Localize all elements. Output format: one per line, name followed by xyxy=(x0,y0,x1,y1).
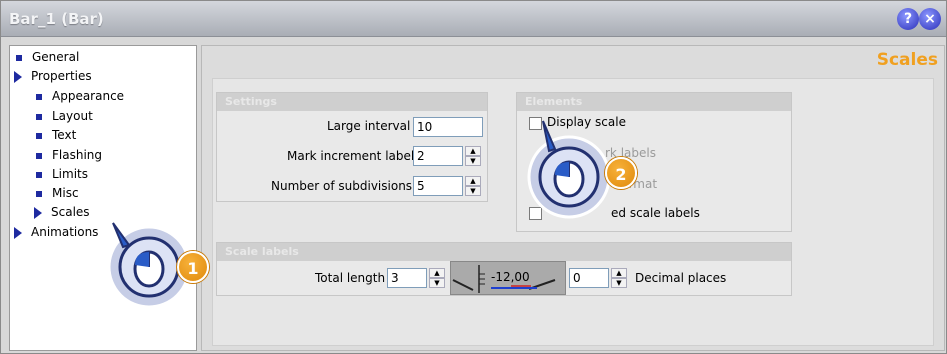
nav-label: Flashing xyxy=(52,148,103,162)
nav-item-general[interactable]: General xyxy=(16,48,79,66)
mark-increment-field[interactable]: 2 xyxy=(413,146,463,166)
nav-label: Properties xyxy=(31,69,92,83)
group-title: Settings xyxy=(217,93,487,111)
subdivisions-spinner[interactable]: ▲ ▼ xyxy=(465,176,481,196)
nav-label: Text xyxy=(52,128,77,142)
scale-label-preview: -12,00 xyxy=(450,261,566,295)
window-title: Bar_1 (Bar) xyxy=(9,10,104,28)
spin-up-icon[interactable]: ▲ xyxy=(429,268,445,278)
subdivisions-label: Number of subdivisions xyxy=(271,179,413,193)
bullet-icon xyxy=(16,54,22,61)
nav-label: Animations xyxy=(31,225,99,239)
bullet-icon xyxy=(36,132,42,139)
preview-value: -12,00 xyxy=(491,270,530,284)
settings-group: Settings Large interval 10 Mark incremen… xyxy=(216,92,488,202)
nav-label: Misc xyxy=(52,186,79,200)
spin-up-icon[interactable]: ▲ xyxy=(465,176,481,186)
close-icon[interactable]: × xyxy=(919,8,941,30)
total-length-label: Total length xyxy=(315,271,386,285)
nav-item-text[interactable]: Text xyxy=(36,126,76,144)
nav-item-scales[interactable]: Scales xyxy=(34,203,90,221)
bullet-icon xyxy=(36,152,42,159)
nav-item-limits[interactable]: Limits xyxy=(36,165,88,183)
nav-item-appearance[interactable]: Appearance xyxy=(36,87,124,105)
callout-number: 1 xyxy=(177,251,209,283)
expand-arrow-icon xyxy=(14,226,22,239)
spin-up-icon[interactable]: ▲ xyxy=(465,146,481,156)
nav-label: Scales xyxy=(51,205,90,219)
spin-down-icon[interactable]: ▼ xyxy=(465,186,481,196)
decimal-places-label: Decimal places xyxy=(635,271,727,285)
group-title: Elements xyxy=(517,93,791,111)
nav-label: Layout xyxy=(52,109,93,123)
properties-window: Bar_1 (Bar) ? × General Properties Appea… xyxy=(0,0,947,354)
nav-label: Limits xyxy=(52,167,88,181)
callout-1: 1 xyxy=(99,209,209,319)
nav-item-animations[interactable]: Animations xyxy=(14,223,98,241)
large-interval-label: Large interval xyxy=(327,119,411,133)
large-interval-field[interactable]: 10 xyxy=(413,117,483,137)
subdivisions-field[interactable]: 5 xyxy=(413,176,463,196)
group-title: Scale labels xyxy=(217,243,791,261)
spin-down-icon[interactable]: ▼ xyxy=(611,278,627,288)
nav-label: Appearance xyxy=(52,89,125,103)
decimal-places-spinner[interactable]: ▲ ▼ xyxy=(611,268,627,288)
total-length-field[interactable]: 3 xyxy=(387,268,427,288)
help-icon[interactable]: ? xyxy=(897,8,919,30)
expand-arrow-icon xyxy=(14,70,22,83)
total-length-spinner[interactable]: ▲ ▼ xyxy=(429,268,445,288)
callout-2: 2 xyxy=(517,115,647,225)
spin-up-icon[interactable]: ▲ xyxy=(611,268,627,278)
nav-label: General xyxy=(32,50,80,64)
callout-number: 2 xyxy=(605,157,637,189)
page-title: Scales xyxy=(876,50,938,70)
mark-increment-spinner[interactable]: ▲ ▼ xyxy=(465,146,481,166)
spin-down-icon[interactable]: ▼ xyxy=(429,278,445,288)
title-bar: Bar_1 (Bar) ? × xyxy=(1,1,946,37)
bullet-icon xyxy=(36,93,42,100)
bullet-icon xyxy=(36,171,42,178)
decimal-places-field[interactable]: 0 xyxy=(569,268,609,288)
nav-item-layout[interactable]: Layout xyxy=(36,107,93,125)
spin-down-icon[interactable]: ▼ xyxy=(465,156,481,166)
bullet-icon xyxy=(36,113,42,120)
nav-item-flashing[interactable]: Flashing xyxy=(36,146,102,164)
bullet-icon xyxy=(36,190,42,197)
nav-item-properties[interactable]: Properties xyxy=(14,67,92,85)
mark-increment-label: Mark increment label xyxy=(287,149,415,163)
selected-arrow-icon xyxy=(34,206,42,219)
nav-item-misc[interactable]: Misc xyxy=(36,184,79,202)
